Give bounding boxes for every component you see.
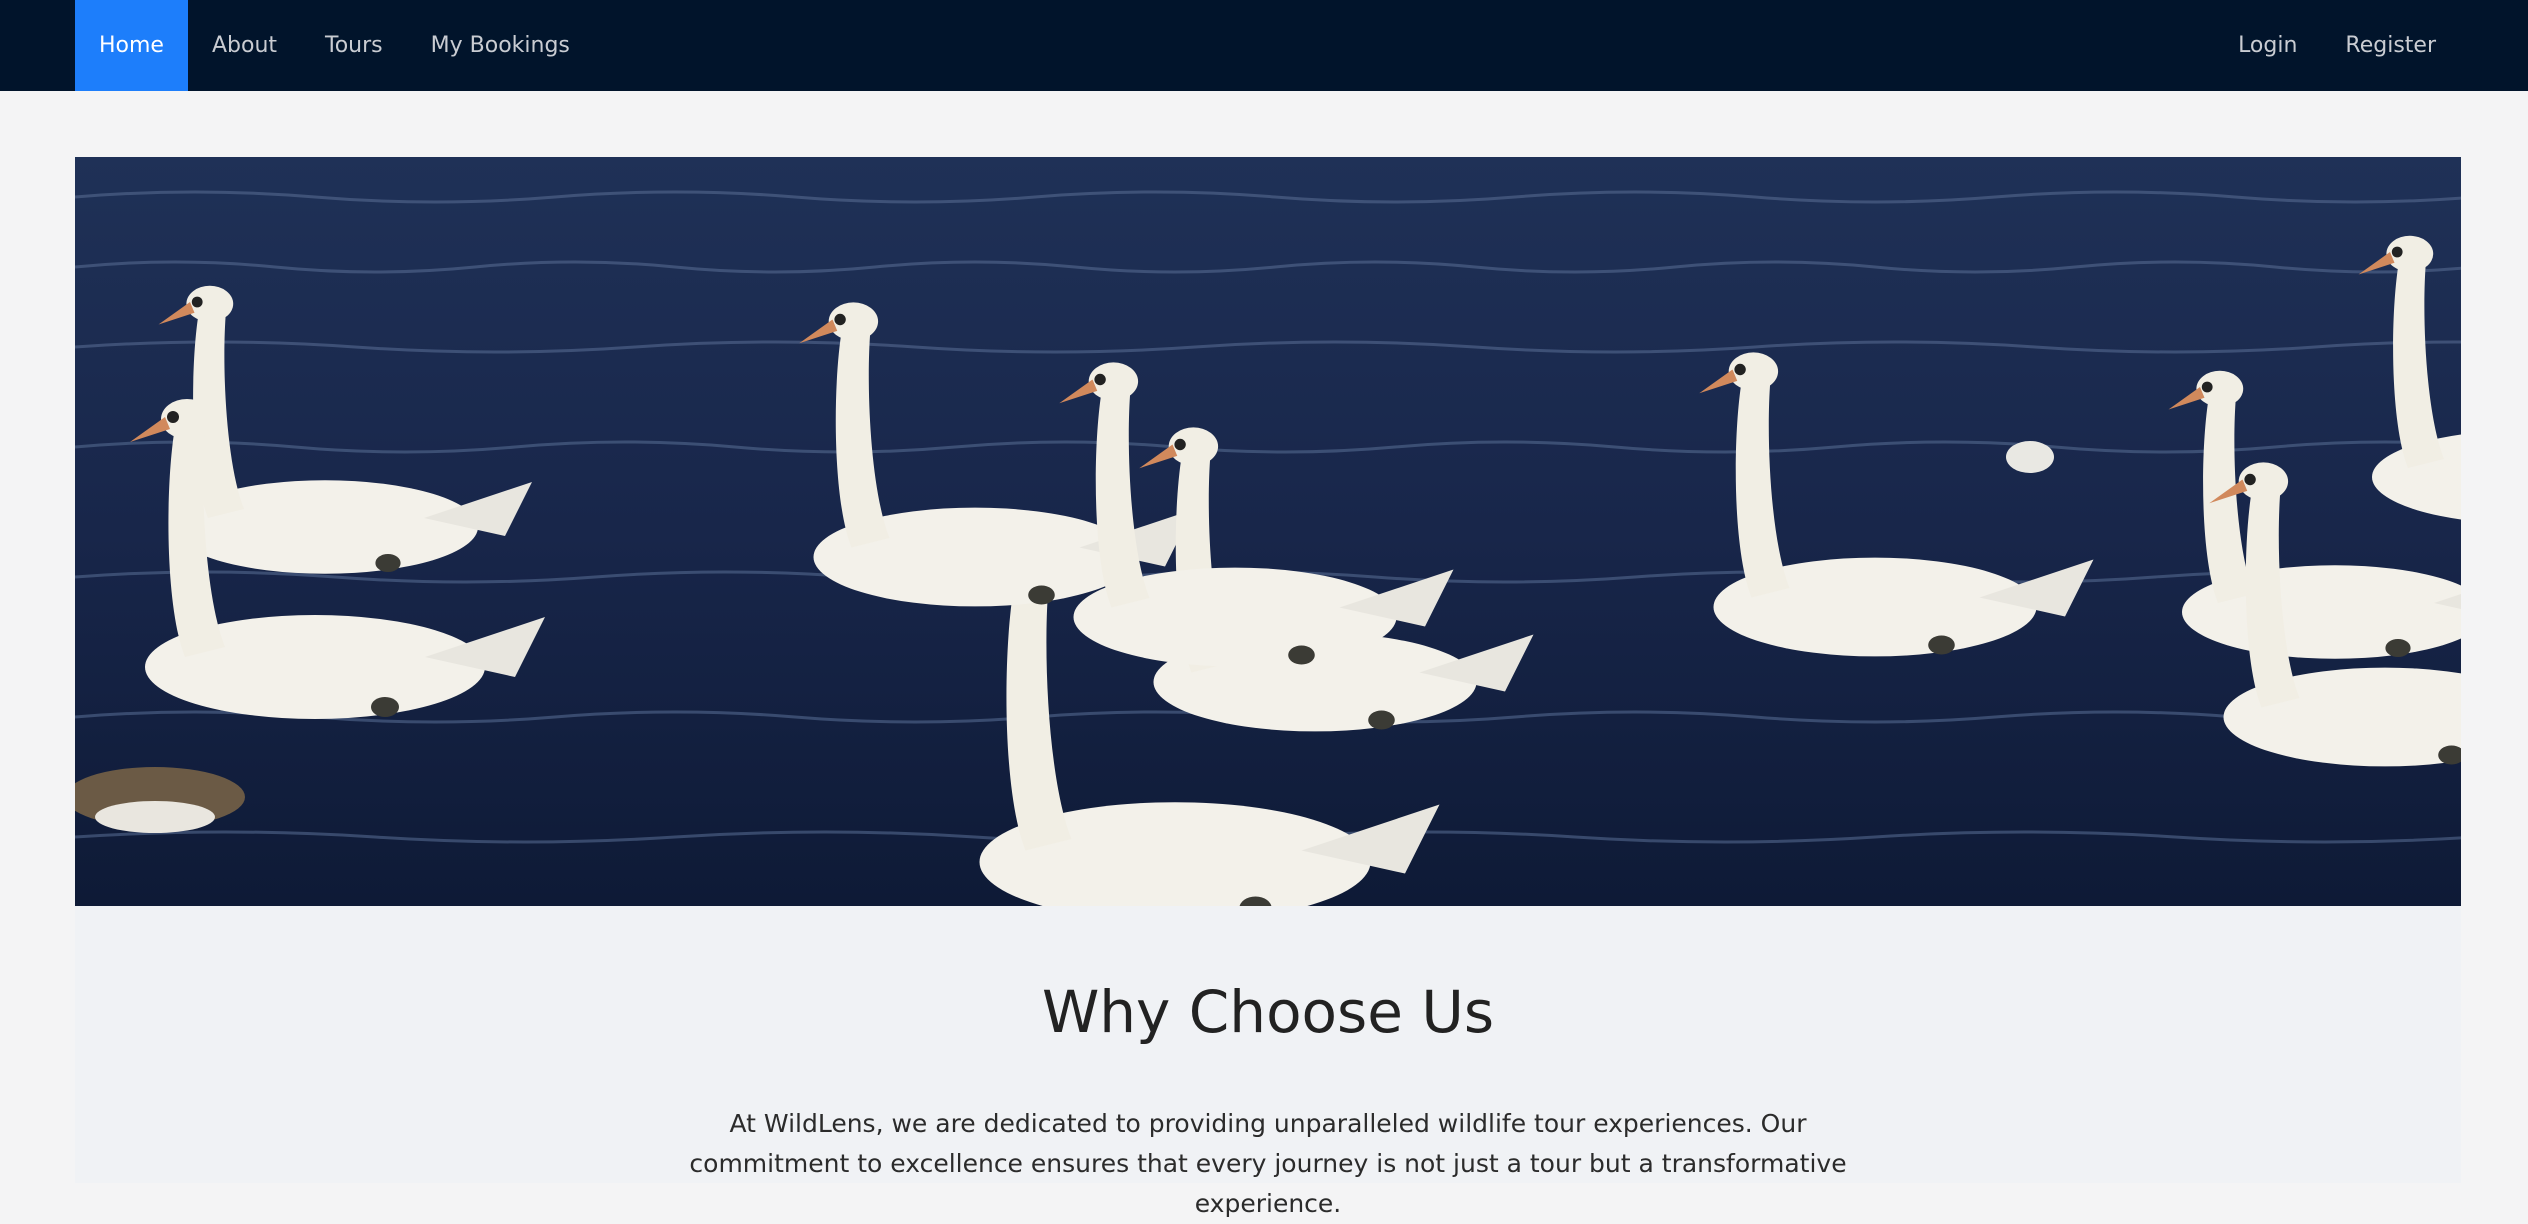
nav-about-link[interactable]: About <box>188 0 301 91</box>
top-navbar: Home About Tours My Bookings Login Regis… <box>0 0 2528 91</box>
section-title: Why Choose Us <box>1041 978 1495 1046</box>
nav-tours-link[interactable]: Tours <box>301 0 407 91</box>
why-choose-us-section: Why Choose Us At WildLens, we are dedica… <box>75 906 2461 1218</box>
nav-login-link[interactable]: Login <box>2214 0 2321 91</box>
hero-image <box>75 157 2461 906</box>
nav-home-link[interactable]: Home <box>75 0 188 91</box>
section-description: At WildLens, we are dedicated to providi… <box>689 1109 1847 1218</box>
nav-register-link[interactable]: Register <box>2321 0 2460 91</box>
nav-right-group: Login Register <box>2214 0 2460 91</box>
nav-left-group: Home About Tours My Bookings <box>75 0 594 91</box>
swans-illustration <box>75 157 2461 906</box>
nav-my-bookings-link[interactable]: My Bookings <box>407 0 594 91</box>
